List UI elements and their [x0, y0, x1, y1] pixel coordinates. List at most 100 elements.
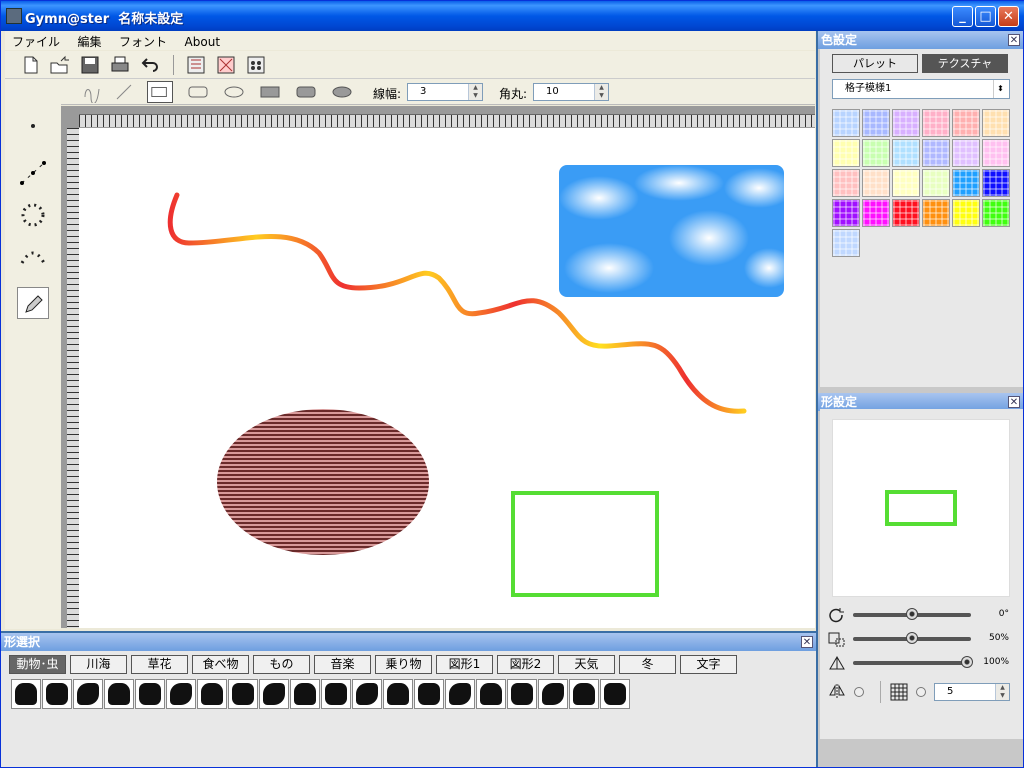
texture-swatch[interactable] [982, 199, 1010, 227]
texture-swatch[interactable] [892, 109, 920, 137]
flip-radio[interactable] [854, 687, 864, 697]
beetle-icon[interactable] [135, 679, 165, 709]
texture-swatch[interactable] [922, 109, 950, 137]
menu-font[interactable]: フォント [112, 31, 174, 52]
opacity-slider[interactable] [853, 656, 973, 668]
texture-swatch[interactable] [832, 109, 860, 137]
dragonfly-icon[interactable] [73, 679, 103, 709]
tab-palette[interactable]: パレット [832, 54, 918, 73]
category-tab[interactable]: 図形1 [436, 655, 493, 674]
grasshopper-icon[interactable] [166, 679, 196, 709]
bear-icon[interactable] [197, 679, 227, 709]
rectangle-tool-icon[interactable] [147, 81, 173, 103]
maximize-button[interactable]: □ [975, 6, 996, 27]
ellipse-tool-icon[interactable] [221, 81, 247, 103]
category-tab[interactable]: 音楽 [314, 655, 371, 674]
rotate-slider-knob[interactable] [906, 608, 918, 620]
scale-slider[interactable] [853, 632, 971, 644]
close-icon[interactable]: ✕ [801, 636, 813, 648]
opacity-slider-knob[interactable] [961, 656, 973, 668]
category-tab[interactable]: 文字 [680, 655, 737, 674]
texture-swatch[interactable] [862, 139, 890, 167]
skull-icon[interactable] [569, 679, 599, 709]
category-tab[interactable]: 草花 [131, 655, 188, 674]
line-tool-icon[interactable] [19, 159, 47, 187]
menu-about[interactable]: About [178, 33, 227, 51]
texture-swatch[interactable] [952, 199, 980, 227]
line-width-spinner[interactable]: 3 ▲ ▼ [407, 83, 483, 101]
moth-icon[interactable] [42, 679, 72, 709]
texture-swatch[interactable] [892, 199, 920, 227]
butterfly-icon[interactable] [11, 679, 41, 709]
category-tab[interactable]: 川海 [70, 655, 127, 674]
texture-swatch[interactable] [982, 169, 1010, 197]
texture-swatch[interactable] [952, 139, 980, 167]
hand-icon[interactable] [538, 679, 568, 709]
undo-icon[interactable] [139, 55, 161, 75]
close-icon[interactable]: ✕ [1008, 34, 1020, 46]
save-icon[interactable] [79, 55, 101, 75]
texture-swatch[interactable] [832, 139, 860, 167]
rotate-slider[interactable] [853, 608, 971, 620]
texture-swatch[interactable] [922, 199, 950, 227]
category-tab[interactable]: 図形2 [497, 655, 554, 674]
paw-print-icon[interactable] [445, 679, 475, 709]
menu-edit[interactable]: 編集 [71, 31, 109, 52]
texture-swatch[interactable] [862, 199, 890, 227]
print-icon[interactable] [109, 55, 131, 75]
texture-swatch[interactable] [892, 139, 920, 167]
point-tool-icon[interactable] [19, 115, 47, 137]
rounded-rect-tool-icon[interactable] [185, 81, 211, 103]
texture-swatch[interactable] [952, 109, 980, 137]
footprint-icon[interactable] [507, 679, 537, 709]
pencil-tool-button[interactable] [17, 287, 49, 319]
category-tab[interactable]: 動物･虫 [9, 655, 66, 674]
texture-swatch[interactable] [862, 109, 890, 137]
texture-swatch[interactable] [862, 169, 890, 197]
spinner-arrows[interactable]: ▲ ▼ [594, 84, 608, 100]
flying-bird-icon[interactable] [383, 679, 413, 709]
color-settings-icon[interactable] [185, 55, 207, 75]
texture-swatch[interactable] [832, 229, 860, 257]
texture-swatch[interactable] [922, 169, 950, 197]
shape-select-icon[interactable] [245, 55, 267, 75]
giraffe-icon[interactable] [290, 679, 320, 709]
grid-radio[interactable] [916, 687, 926, 697]
texture-select[interactable]: 格子模様1 ⬍ [832, 79, 1010, 99]
corner-radius-spinner[interactable]: 10 ▲ ▼ [533, 83, 609, 101]
texture-swatch[interactable] [982, 139, 1010, 167]
texture-swatch[interactable] [922, 139, 950, 167]
grid-spinner[interactable]: 5 ▲ ▼ [934, 683, 1010, 701]
new-file-icon[interactable] [19, 55, 41, 75]
feather-icon[interactable] [414, 679, 444, 709]
drawing-canvas[interactable] [79, 128, 815, 628]
texture-swatch[interactable] [982, 109, 1010, 137]
bone-icon[interactable] [600, 679, 630, 709]
category-tab[interactable]: 食べ物 [192, 655, 249, 674]
tab-texture[interactable]: テクスチャ [922, 54, 1008, 73]
category-tab[interactable]: 冬 [619, 655, 676, 674]
bird-icon[interactable] [321, 679, 351, 709]
texture-swatch[interactable] [832, 169, 860, 197]
dachshund-icon[interactable] [259, 679, 289, 709]
striped-ellipse-shape[interactable] [217, 409, 429, 555]
shape-settings-icon[interactable] [215, 55, 237, 75]
green-rect-shape[interactable] [511, 491, 659, 597]
line-tool-icon[interactable] [111, 81, 137, 103]
category-tab[interactable]: もの [253, 655, 310, 674]
texture-swatch[interactable] [952, 169, 980, 197]
penguin-icon[interactable] [352, 679, 382, 709]
category-tab[interactable]: 乗り物 [375, 655, 432, 674]
texture-swatch[interactable] [892, 169, 920, 197]
stag-beetle-icon[interactable] [104, 679, 134, 709]
filled-rect-tool-icon[interactable] [257, 81, 283, 103]
menu-file[interactable]: ファイル [5, 31, 67, 52]
paw-icon[interactable] [476, 679, 506, 709]
scale-slider-knob[interactable] [906, 632, 918, 644]
minimize-button[interactable]: _ [952, 6, 973, 27]
filled-ellipse-tool-icon[interactable] [329, 81, 355, 103]
spinner-arrows[interactable]: ▲ ▼ [995, 684, 1009, 700]
curve-tool-icon[interactable] [79, 81, 105, 103]
open-file-icon[interactable] [49, 55, 71, 75]
close-button[interactable]: ✕ [998, 6, 1019, 27]
